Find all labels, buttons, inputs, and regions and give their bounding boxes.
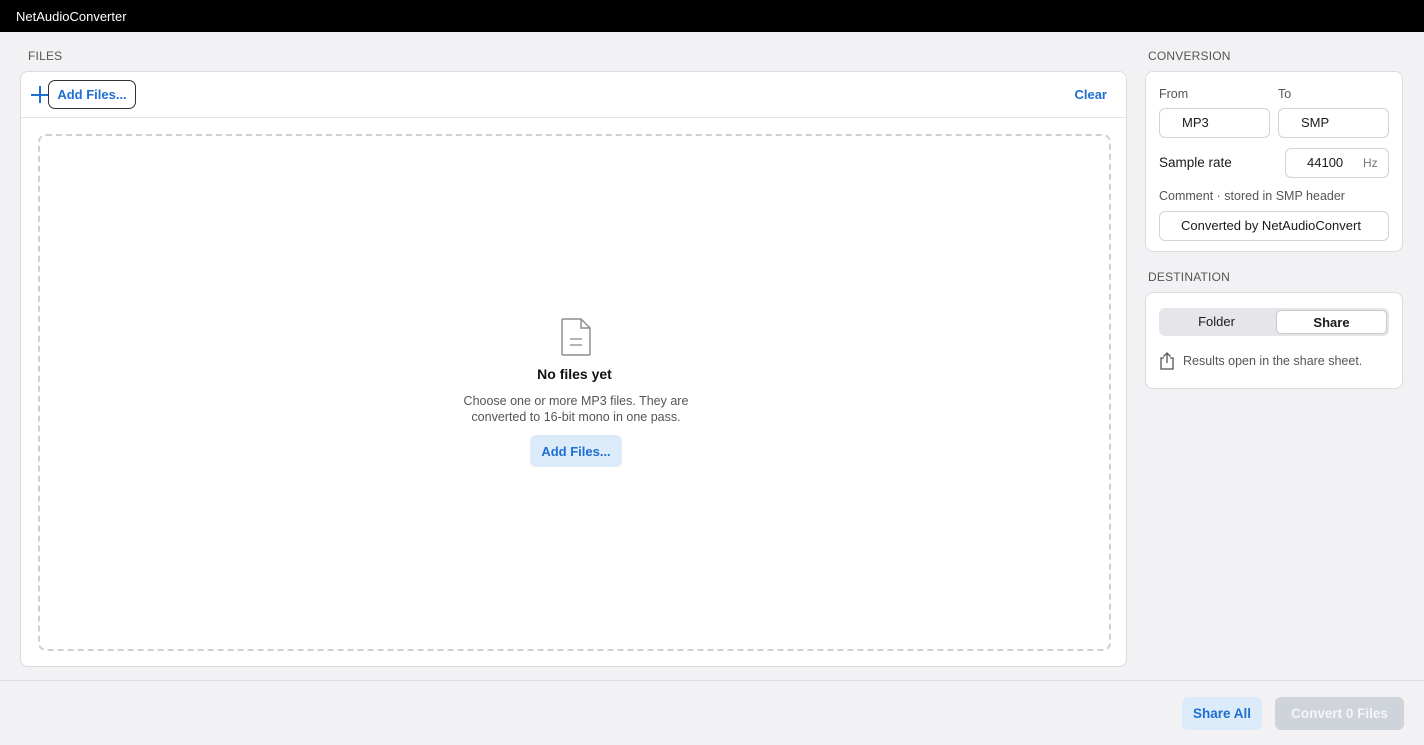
conversion-section-label: CONVERSION xyxy=(1148,49,1231,63)
files-panel: Add Files... Clear No files yet Choose o… xyxy=(20,71,1127,667)
conversion-panel: From MP3 To SMP Sample rate 44100 Hz Com… xyxy=(1145,71,1403,252)
empty-state-title: No files yet xyxy=(537,366,612,382)
clear-button[interactable]: Clear xyxy=(1074,87,1107,102)
document-icon xyxy=(561,318,591,356)
plus-icon[interactable] xyxy=(31,84,49,106)
titlebar: NetAudioConverter xyxy=(0,0,1424,32)
sample-rate-label: Sample rate xyxy=(1159,155,1232,170)
files-toolbar: Add Files... Clear xyxy=(21,72,1126,118)
sample-rate-field[interactable]: 44100 Hz xyxy=(1285,148,1389,178)
empty-add-files-button[interactable]: Add Files... xyxy=(530,435,622,467)
footer-bar: Share All Convert 0 Files xyxy=(0,680,1424,745)
from-format-field[interactable]: MP3 xyxy=(1159,108,1270,138)
files-section-label: FILES xyxy=(28,49,63,63)
sample-rate-unit: Hz xyxy=(1363,156,1378,170)
share-all-button[interactable]: Share All xyxy=(1182,697,1262,730)
add-files-button[interactable]: Add Files... xyxy=(48,80,136,109)
comment-label: Comment · stored in SMP header xyxy=(1159,189,1345,203)
segment-share[interactable]: Share xyxy=(1276,310,1387,334)
to-format-field[interactable]: SMP xyxy=(1278,108,1389,138)
convert-button[interactable]: Convert 0 Files xyxy=(1275,697,1404,730)
segment-folder[interactable]: Folder xyxy=(1161,310,1272,334)
drop-zone[interactable]: No files yet Choose one or more MP3 file… xyxy=(38,134,1111,651)
empty-state-description: Choose one or more MP3 files. They are c… xyxy=(463,394,689,424)
destination-section-label: DESTINATION xyxy=(1148,270,1230,284)
from-label: From xyxy=(1159,87,1189,101)
destination-segmented-control: Folder Share xyxy=(1159,308,1389,336)
to-label: To xyxy=(1278,87,1292,101)
destination-panel: Folder Share Results open in the share s… xyxy=(1145,292,1403,389)
share-icon xyxy=(1160,352,1174,370)
app-title: NetAudioConverter xyxy=(16,9,127,24)
destination-note: Results open in the share sheet. xyxy=(1183,354,1363,368)
comment-field[interactable]: Converted by NetAudioConvert xyxy=(1159,211,1389,241)
sample-rate-value: 44100 xyxy=(1307,155,1344,170)
